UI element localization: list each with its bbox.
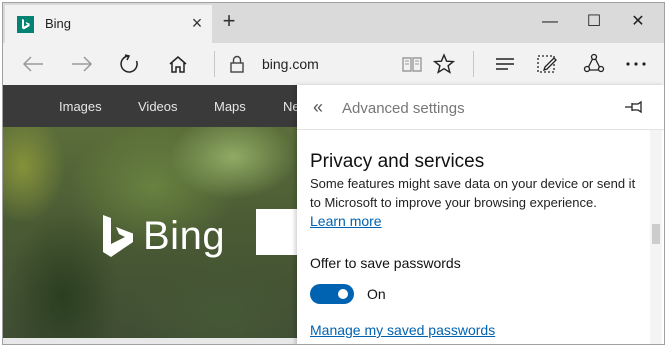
tab-bing[interactable]: Bing × (5, 5, 212, 43)
close-button[interactable]: ✕ (618, 9, 658, 35)
advanced-settings-panel: « Advanced settings Privacy and services… (297, 85, 664, 344)
web-note-icon[interactable] (534, 52, 560, 76)
browser-window: Bing × + — ☐ ✕ bing.com Images Videos Ma… (2, 2, 665, 345)
maximize-button[interactable]: ☐ (574, 9, 614, 35)
share-icon[interactable] (581, 52, 607, 76)
address-input[interactable]: bing.com (262, 56, 319, 72)
learn-more-link[interactable]: Learn more (310, 213, 382, 229)
new-tab-icon[interactable]: + (217, 10, 241, 34)
nav-link-news[interactable]: Ne (283, 99, 297, 114)
hero-background-image: Bing (3, 127, 297, 344)
bing-nav-strip: Images Videos Maps Ne (3, 85, 297, 127)
minimize-button[interactable]: — (530, 9, 570, 35)
section-description: Some features might save data on your de… (310, 176, 636, 210)
toggle-state-label: On (367, 286, 386, 302)
nav-link-images[interactable]: Images (59, 99, 102, 114)
vertical-scrollbar[interactable] (650, 130, 662, 344)
forward-arrow-icon[interactable] (69, 52, 95, 76)
refresh-icon[interactable] (116, 52, 142, 76)
tab-title: Bing (45, 16, 72, 31)
save-passwords-toggle[interactable] (310, 284, 354, 304)
toolbar-separator (214, 51, 215, 77)
nav-link-maps[interactable]: Maps (214, 99, 246, 114)
bing-favicon-icon (17, 16, 34, 33)
search-input[interactable] (256, 209, 297, 255)
offer-save-passwords-label: Offer to save passwords (310, 255, 461, 271)
manage-passwords-link[interactable]: Manage my saved passwords (310, 322, 495, 338)
favorite-star-icon[interactable] (431, 52, 457, 76)
bing-logo: Bing (101, 213, 225, 259)
more-icon[interactable] (623, 52, 649, 76)
scrollbar-thumb[interactable] (652, 224, 660, 244)
tab-close-icon[interactable]: × (187, 12, 207, 34)
panel-title: Advanced settings (342, 100, 465, 117)
navigation-bar: bing.com (3, 43, 664, 85)
lock-icon (224, 52, 250, 76)
nav-link-videos[interactable]: Videos (138, 99, 178, 114)
hub-icon[interactable] (492, 52, 518, 76)
bing-logo-text: Bing (143, 213, 226, 258)
bing-logo-icon (103, 215, 133, 257)
panel-divider (297, 129, 664, 130)
back-arrow-icon[interactable] (20, 52, 46, 76)
reading-view-icon[interactable] (399, 52, 425, 76)
back-chevron-icon[interactable]: « (313, 97, 323, 118)
toggle-knob (338, 289, 348, 299)
pin-icon[interactable] (623, 98, 645, 116)
home-icon[interactable] (165, 52, 191, 76)
title-bar: Bing × + — ☐ ✕ (3, 3, 664, 43)
toolbar-separator (473, 51, 474, 77)
horizontal-scrollbar[interactable] (3, 338, 297, 344)
web-page: Images Videos Maps Ne Bing (3, 85, 297, 344)
section-title: Privacy and services (310, 151, 485, 172)
